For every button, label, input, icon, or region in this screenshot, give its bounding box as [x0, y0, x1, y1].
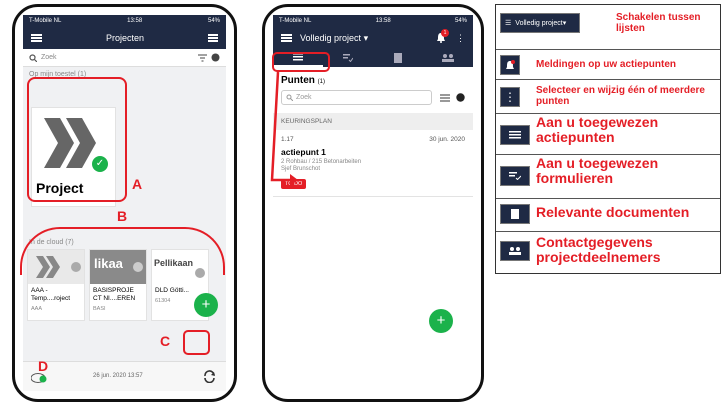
list-switcher-preview: ☰ Volledig project ▾ [500, 13, 580, 33]
item-date: 30 jun. 2020 [429, 136, 465, 143]
form-icon [343, 54, 353, 62]
highlight-c [183, 330, 210, 355]
list-switcher-label: Volledig project [300, 32, 362, 43]
contacts-icon [442, 54, 454, 62]
label-c: C [160, 333, 171, 349]
legend-row: Aan u toegewezen formulieren [496, 155, 720, 196]
search-row[interactable]: Zoek [23, 49, 226, 67]
highlight-b [20, 227, 225, 275]
legend-text: Relevante documenten [536, 204, 690, 220]
app-bar: Volledig project ▾ 1 ⋮ [273, 27, 473, 49]
item-person: Sjef Brunschot [281, 166, 321, 172]
divider [496, 79, 720, 80]
legend-text: Aan u toegewezen actiepunten [536, 114, 659, 146]
page-title: Projecten [105, 33, 145, 43]
legend-text: Aan u toegewezen formulieren [536, 155, 659, 187]
list-switcher[interactable]: Volledig project ▾ [300, 33, 436, 44]
radiation-icon[interactable] [456, 93, 465, 102]
add-project-button[interactable]: + [194, 293, 218, 317]
card-title: BASISPROJE CT NI....EREN [93, 287, 136, 303]
list-icon [500, 125, 530, 145]
list-view-icon[interactable] [208, 33, 218, 43]
menu-icon[interactable] [281, 34, 292, 42]
highlight-tab [272, 52, 330, 72]
notifications-button[interactable]: 1 [436, 28, 449, 45]
search-input[interactable]: Zoek [281, 90, 432, 105]
arrow-annotation [270, 71, 298, 186]
cloud-filter-icon[interactable] [211, 53, 220, 62]
group-header: KEURINGSPLAN [273, 113, 473, 130]
time: 13:58 [375, 18, 391, 24]
label-d: D [38, 358, 49, 374]
notification-badge: 1 [441, 28, 449, 37]
legend-text: Schakelen tussen lijsten [616, 12, 701, 34]
label-b: B [117, 208, 128, 224]
legend-panel: ☰ Volledig project ▾ Schakelen tussen li… [495, 4, 721, 274]
filter-icon[interactable] [198, 54, 207, 62]
legend-text: Selecteer en wijzig één of meerdere punt… [536, 85, 705, 107]
tab-contacten[interactable] [423, 49, 473, 67]
card-sub: AAA [31, 306, 43, 313]
form-icon [500, 166, 530, 186]
document-icon [394, 53, 402, 63]
carrier: T-Mobile NL [29, 18, 62, 24]
menu-icon: ☰ [505, 20, 512, 27]
status-bar: T-Mobile NL 13:58 54% [23, 15, 226, 27]
search-placeholder: Zoek [296, 94, 312, 101]
sync-bar: 26 jun. 2020 13:57 [23, 361, 226, 391]
app-bar: Projecten [23, 27, 226, 49]
card-title: AAA - Temp....roject [31, 287, 71, 303]
refresh-icon[interactable] [203, 370, 216, 383]
legend-row: ⋮ Selecteer en wijzig één of meerdere pu… [496, 83, 720, 113]
divider [496, 49, 720, 50]
contacts-icon [500, 241, 530, 261]
search-input[interactable]: Zoek [41, 54, 198, 61]
list-switcher-label: Volledig project [515, 19, 563, 27]
legend-row: ☰ Volledig project ▾ Schakelen tussen li… [496, 5, 720, 43]
battery: 54% [454, 18, 467, 24]
legend-text: Contactgegevens projectdeelnemers [536, 234, 661, 266]
chevron-down-icon: ▾ [363, 32, 369, 43]
filter-icon[interactable] [440, 94, 450, 102]
legend-row: Meldingen op uw actiepunten [496, 53, 720, 81]
tab-documenten[interactable] [373, 49, 423, 67]
search-icon [29, 53, 37, 62]
carrier: T-Mobile NL [279, 18, 312, 24]
legend-row: Contactgegevens projectdeelnemers [496, 233, 720, 273]
search-row: Zoek [273, 88, 473, 107]
section-count: (1) [317, 79, 326, 85]
action-item[interactable]: 1.17 30 jun. 2020 actiepunt 1 2 Rohbau /… [273, 130, 473, 197]
bell-icon [500, 55, 520, 75]
chevron-down-icon: ▾ [562, 20, 567, 27]
more-vertical-icon[interactable]: ⋮ [456, 33, 465, 44]
add-item-button[interactable]: + [429, 309, 453, 333]
item-meta: 1.17 30 jun. 2020 [281, 136, 465, 143]
divider [496, 231, 720, 232]
legend-row: Relevante documenten [496, 200, 720, 230]
legend-row: Aan u toegewezen actiepunten [496, 114, 720, 153]
divider [496, 198, 720, 199]
card-sub: BASI [93, 306, 106, 313]
highlight-a [27, 77, 127, 202]
status-bar: T-Mobile NL 13:58 54% [273, 15, 473, 27]
item-location: 2 Rohbau / 215 Betonarbeiten [281, 159, 362, 165]
battery: 54% [207, 18, 220, 24]
legend-text: Meldingen op uw actiepunten [536, 59, 676, 70]
document-icon [500, 204, 530, 224]
more-vertical-icon: ⋮ [500, 87, 520, 107]
item-title: actiepunt 1 [281, 147, 326, 157]
tab-formulieren[interactable] [323, 49, 373, 67]
time: 13:58 [127, 18, 143, 24]
menu-icon[interactable] [31, 34, 42, 42]
sync-date: 26 jun. 2020 13:57 [93, 373, 143, 379]
label-a: A [132, 176, 143, 192]
